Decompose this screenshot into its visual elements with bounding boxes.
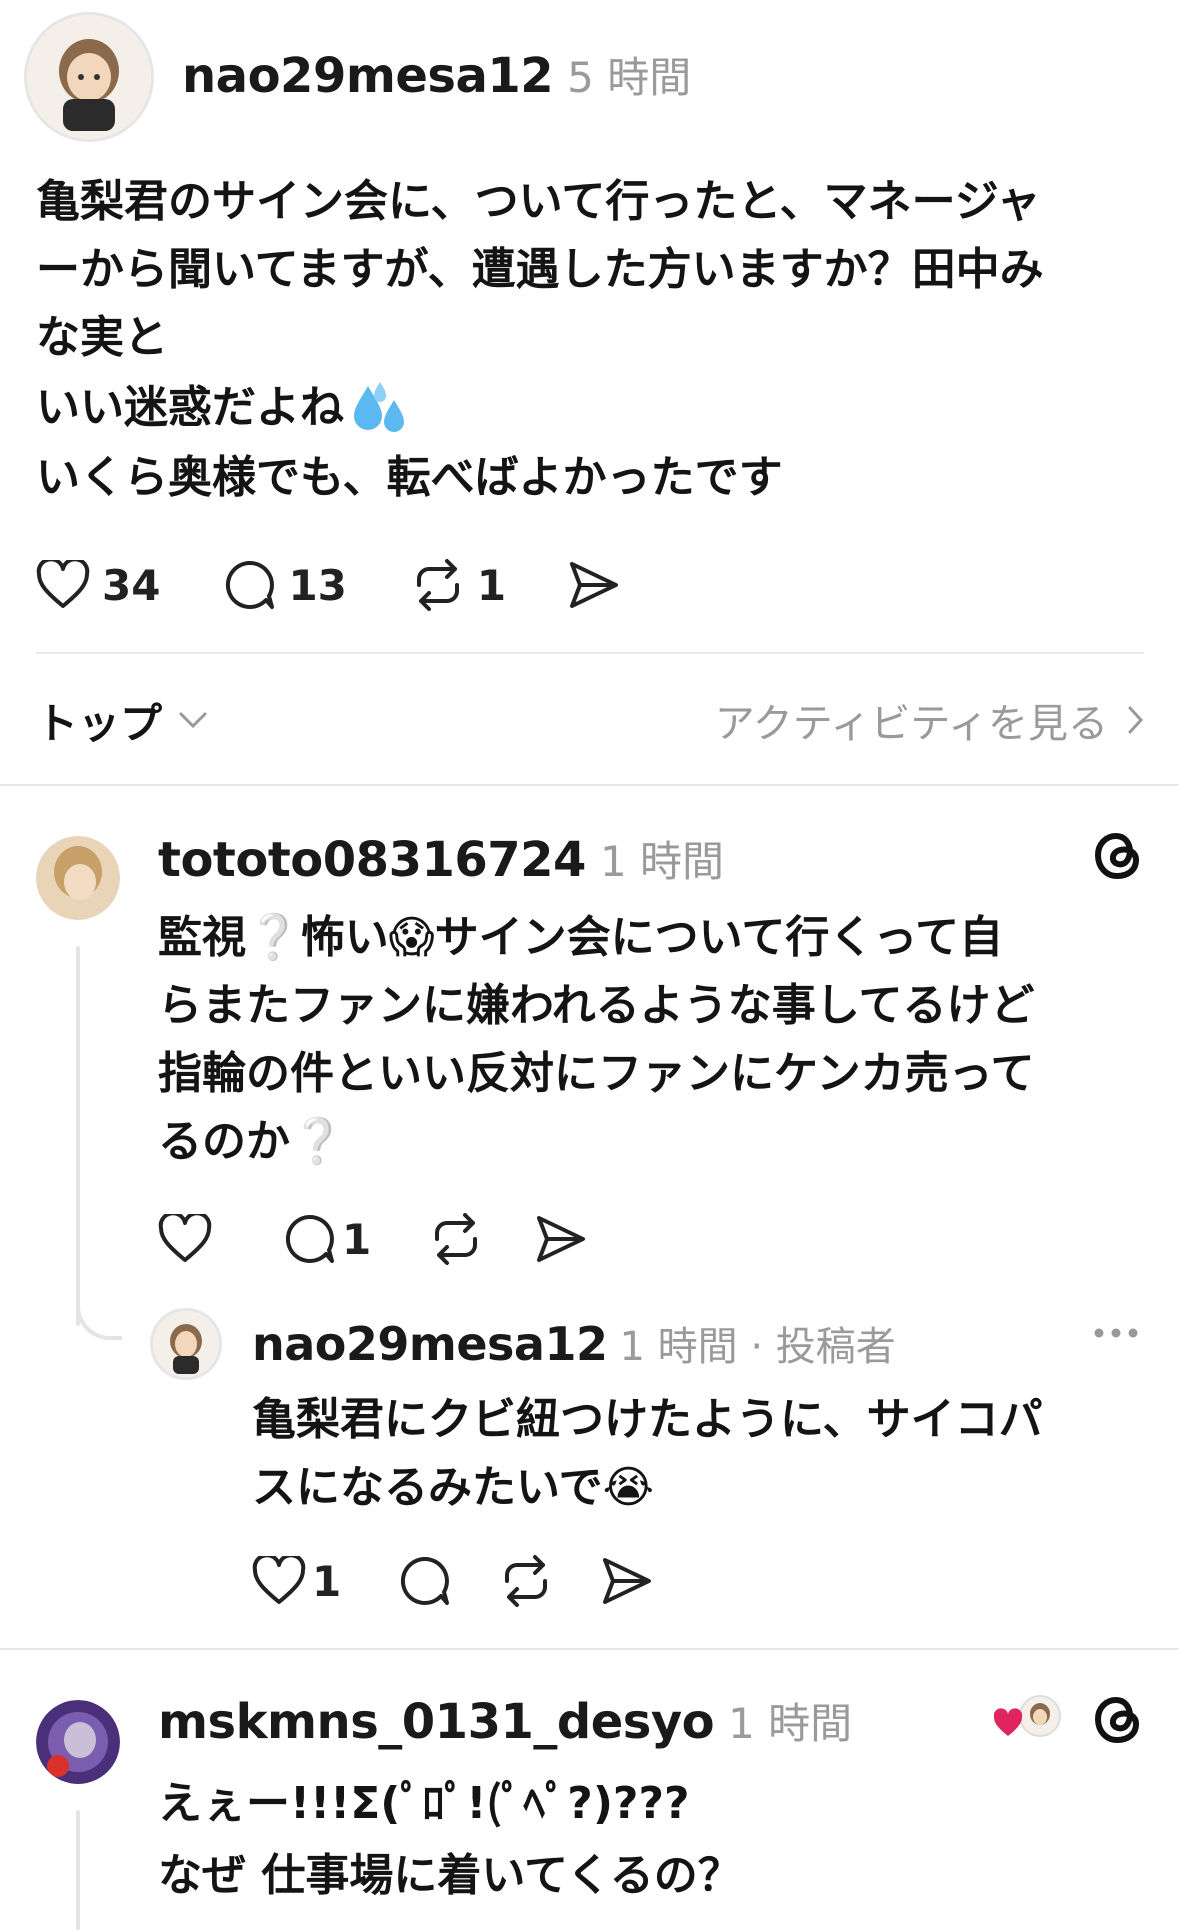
threads-logo-icon[interactable] <box>1090 826 1144 884</box>
repost-icon <box>429 1213 483 1265</box>
like-count: 1 <box>312 1556 342 1606</box>
heart-icon <box>158 1214 212 1264</box>
like-button[interactable]: 1 <box>252 1556 341 1606</box>
share-button[interactable] <box>535 1214 587 1264</box>
sort-dropdown[interactable]: トップ <box>36 690 208 750</box>
avatar[interactable] <box>150 1308 222 1380</box>
view-activity-label: アクティビティを見る <box>714 701 1108 747</box>
username[interactable]: mskmns_0131_desyo <box>158 1694 715 1750</box>
share-button[interactable] <box>568 560 620 610</box>
more-dots-icon[interactable] <box>1092 1326 1140 1340</box>
reply-text-line: 亀梨君にクビ紐つけたように、サイコパ <box>252 1394 1043 1445</box>
reply-text-line: スになるみたいで😭 <box>252 1462 655 1513</box>
repost-count: 1 <box>476 560 507 610</box>
comment-time: 1 時間 <box>728 1699 853 1748</box>
liked-by-author-badge <box>994 1694 1064 1744</box>
comment-text-line: なぜ 仕事場に着いてくるの？ <box>158 1850 742 1901</box>
thread-line-curve <box>76 1290 122 1340</box>
send-icon <box>568 560 620 610</box>
repost-button[interactable] <box>499 1555 553 1607</box>
avatar[interactable] <box>36 1700 120 1784</box>
comment-time: 1 時間 <box>599 837 725 886</box>
comment-text-line: らまたファンに嫌われるような事してるけど <box>158 980 1035 1031</box>
post-text-line: いい迷惑だよね <box>36 382 344 433</box>
post-text-line: いくら奥様でも、転べばよかったです <box>36 452 783 503</box>
view-activity-link[interactable]: アクティビティを見る <box>680 690 1144 750</box>
username[interactable]: nao29mesa12 <box>182 48 554 104</box>
send-icon <box>535 1214 587 1264</box>
sweat-droplets-icon <box>350 380 410 436</box>
post-text-line: な実と <box>36 312 168 363</box>
like-button[interactable]: 34 <box>36 560 160 610</box>
repost-button[interactable]: 1 <box>411 559 506 611</box>
comment-text-line: 監視❔怖い😱サイン会について行くって自 <box>158 912 1004 963</box>
chevron-right-icon <box>1126 705 1144 735</box>
like-count: 34 <box>102 560 161 610</box>
like-button[interactable] <box>158 1214 212 1264</box>
reply-button[interactable]: 1 <box>284 1213 371 1265</box>
section-divider <box>0 1648 1179 1650</box>
repost-icon <box>499 1555 553 1607</box>
comment-bubble-icon <box>224 559 276 611</box>
comment-text-line: えぇー!!!Σ(ﾟﾛﾟ!(ﾟﾍﾟ?)??? <box>158 1778 690 1829</box>
repost-icon <box>411 559 465 611</box>
avatar[interactable] <box>36 836 120 920</box>
share-button[interactable] <box>601 1556 653 1606</box>
comment-bubble-icon <box>284 1213 336 1265</box>
comment-text-line: 指輪の件といい反対にファンにケンカ売って <box>158 1048 1035 1099</box>
chevron-down-icon <box>178 710 208 730</box>
thread-line <box>76 946 80 1326</box>
reply-count: 13 <box>288 560 347 610</box>
avatar[interactable] <box>24 12 154 142</box>
post-time: 5 時間 <box>567 53 692 102</box>
thread-line <box>76 1810 80 1930</box>
reply-text: 亀梨君にクビ紐つけたように、サイコパ スになるみたいで😭 <box>252 1386 1152 1522</box>
reply-button[interactable] <box>399 1555 451 1607</box>
repost-button[interactable] <box>429 1213 483 1265</box>
divider <box>36 652 1144 654</box>
section-divider <box>0 784 1179 786</box>
username[interactable]: tototo08316724 <box>158 832 586 888</box>
comment-text: えぇー!!!Σ(ﾟﾛﾟ!(ﾟﾍﾟ?)??? なぜ 仕事場に着いてくるの？ <box>158 1768 1138 1912</box>
comment-text: 監視❔怖い😱サイン会について行くって自 らまたファンに嫌われるような事してるけど… <box>158 904 1138 1176</box>
reply-meta: 1 時間 · 投稿者 <box>619 1324 896 1370</box>
post-text-line: ーから聞いてますが、遭遇した方いますか？田中み <box>36 244 1044 295</box>
comment-bubble-icon <box>399 1555 451 1607</box>
threads-logo-icon[interactable] <box>1090 1690 1144 1748</box>
username[interactable]: nao29mesa12 <box>252 1317 608 1371</box>
heart-icon <box>252 1556 306 1606</box>
sort-label: トップ <box>36 698 163 748</box>
reply-count: 1 <box>342 1214 372 1264</box>
post-text: 亀梨君のサイン会に、ついて行ったと、マネージャ ーから聞いてますが、遭遇した方い… <box>36 168 1156 512</box>
reply-button[interactable]: 13 <box>224 559 347 611</box>
post-text-line: 亀梨君のサイン会に、ついて行ったと、マネージャ <box>36 176 1041 227</box>
comment-text-line: るのか❔ <box>158 1116 345 1167</box>
heart-icon <box>36 560 90 610</box>
send-icon <box>601 1556 653 1606</box>
